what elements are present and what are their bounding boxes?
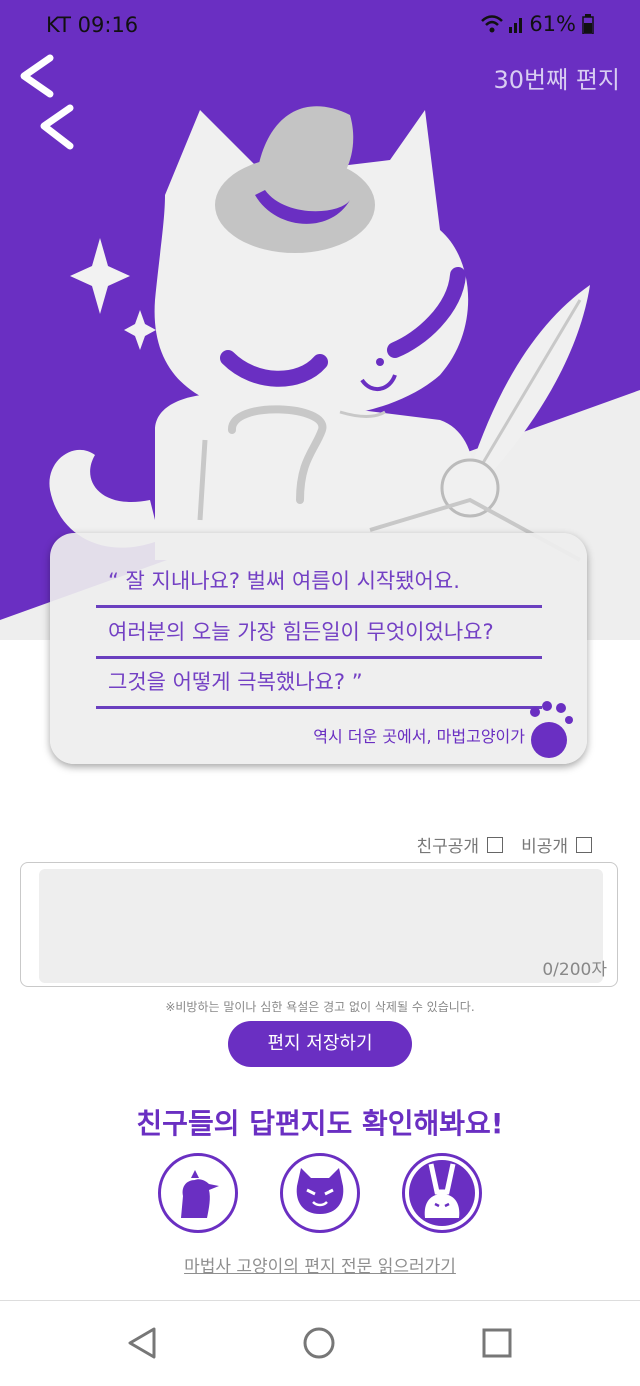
recents-square-icon <box>482 1328 512 1358</box>
letter-line-2: 여러분의 오늘 가장 힘든일이 무엇이었나요? <box>96 610 542 659</box>
nav-back-button[interactable] <box>122 1323 162 1363</box>
save-letter-button[interactable]: 편지 저장하기 <box>228 1021 412 1067</box>
checkbox[interactable] <box>576 836 592 853</box>
rabbit-avatar-icon <box>409 1160 475 1226</box>
paw-icon <box>530 701 573 758</box>
carrier-time: KT 09:16 <box>46 13 139 37</box>
letter-signature: 역시 더운 곳에서, 마법고양이가 <box>313 727 525 746</box>
read-full-letter-link[interactable]: 마법사 고양이의 편지 전문 읽으러가기 <box>0 1252 640 1277</box>
wifi-icon <box>481 15 504 33</box>
friends-title: 친구들의 답편지도 확인해봐요! <box>136 1107 504 1140</box>
checkbox[interactable] <box>487 836 504 853</box>
nav-home-button[interactable] <box>299 1323 339 1363</box>
letter-card: “ 잘 지내나요? 벌써 여름이 시작됐어요. 여러분의 오늘 가장 힘든일이 … <box>50 533 587 764</box>
option-private[interactable]: 비공개 <box>521 832 592 857</box>
battery-text: 61% <box>529 12 576 36</box>
battery-icon <box>582 14 594 34</box>
letter-line-1: “ 잘 지내나요? 벌써 여름이 시작됐어요. <box>96 559 542 608</box>
letter-number: 30번째 편지 <box>493 66 621 94</box>
warning-text: ※비방하는 말이나 심한 욕설은 경고 없이 삭제될 수 있습니다. <box>165 1000 475 1014</box>
back-button[interactable] <box>14 52 84 156</box>
char-counter: 0/200자 <box>542 960 607 980</box>
reply-textarea-container: 0/200자 <box>20 862 618 987</box>
home-circle-icon <box>303 1327 335 1359</box>
friend-avatar-cat[interactable] <box>280 1153 360 1233</box>
bird-avatar-icon <box>165 1160 231 1226</box>
letter-line-3: 그것을 어떻게 극복했나요? ” <box>96 660 542 709</box>
status-bar: KT 09:16 61% <box>0 0 640 52</box>
visibility-options: 친구공개 비공개 <box>417 832 592 857</box>
cat-avatar-icon <box>287 1160 353 1226</box>
system-nav-bar <box>0 1300 640 1386</box>
friend-avatar-bird[interactable] <box>158 1153 238 1233</box>
back-triangle-icon <box>128 1327 156 1359</box>
back-chevron-icon <box>20 54 74 150</box>
friend-avatar-rabbit[interactable] <box>402 1153 482 1233</box>
reply-textarea[interactable] <box>39 869 603 983</box>
nav-recents-button[interactable] <box>477 1323 517 1363</box>
option-label: 비공개 <box>521 837 568 857</box>
signal-icon <box>509 18 523 33</box>
option-friends-public[interactable]: 친구공개 <box>417 832 504 857</box>
option-label: 친구공개 <box>416 837 480 857</box>
